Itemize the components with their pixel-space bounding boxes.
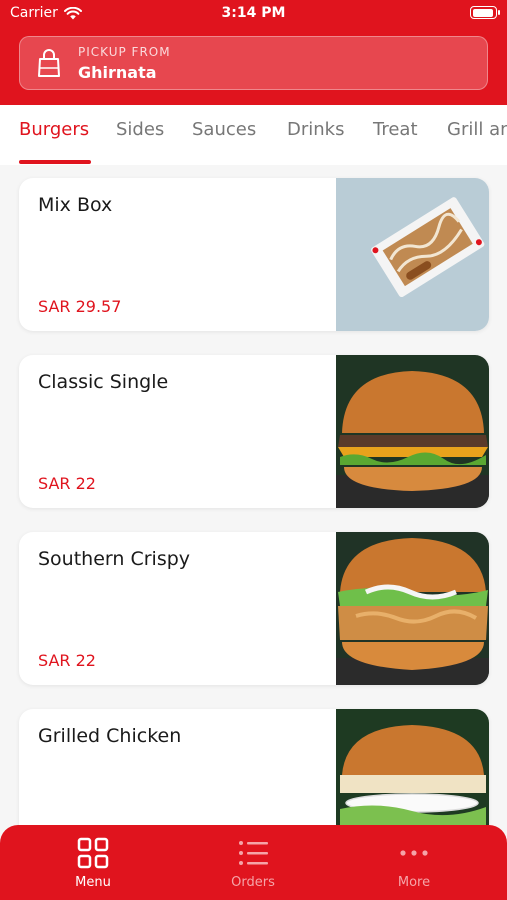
nav-label: More xyxy=(397,875,431,890)
pickup-location: Ghirnata xyxy=(78,62,157,82)
nav-orders[interactable]: Orders xyxy=(193,837,313,890)
tab-treat[interactable]: Treat xyxy=(373,119,418,140)
classic-single-image xyxy=(336,355,489,508)
shopping-bag-icon xyxy=(20,36,78,90)
menu-item-price: SAR 22 xyxy=(38,651,96,670)
menu-item-price: SAR 22 xyxy=(38,474,96,493)
bottom-nav: Menu Orders More xyxy=(0,825,507,900)
tab-drinks[interactable]: Drinks xyxy=(287,119,344,140)
more-dots-icon xyxy=(400,850,428,856)
status-bar: Carrier 3:14 PM xyxy=(0,0,507,28)
nav-menu[interactable]: Menu xyxy=(33,837,153,890)
battery-icon xyxy=(470,6,500,19)
menu-item-name: Mix Box xyxy=(38,194,113,216)
grid-icon xyxy=(77,837,109,869)
category-tabs: Burgers Sides Sauces Drinks Treat Grill … xyxy=(0,105,507,165)
menu-item-card[interactable]: Mix Box SAR 29.57 xyxy=(19,178,489,331)
nav-label: Menu xyxy=(75,875,111,890)
pickup-label: PICKUP FROM xyxy=(78,44,171,59)
southern-crispy-image xyxy=(336,532,489,685)
menu-item-name: Southern Crispy xyxy=(38,548,191,570)
status-time: 3:14 PM xyxy=(221,5,286,21)
pickup-location-selector[interactable]: PICKUP FROM Ghirnata xyxy=(19,36,488,90)
app-header: Carrier 3:14 PM PICKUP FROM Ghirnata xyxy=(0,0,507,105)
nav-more[interactable]: More xyxy=(354,837,474,890)
tab-sides[interactable]: Sides xyxy=(116,119,164,140)
mix-box-image xyxy=(336,178,489,331)
menu-item-card[interactable]: Classic Single SAR 22 xyxy=(19,355,489,508)
menu-item-name: Classic Single xyxy=(38,371,169,393)
tab-burgers[interactable]: Burgers xyxy=(19,119,89,140)
active-tab-indicator xyxy=(19,160,91,164)
menu-item-name: Grilled Chicken xyxy=(38,725,182,747)
menu-item-price: SAR 29.57 xyxy=(38,297,122,316)
tab-grill[interactable]: Grill and xyxy=(447,119,507,140)
menu-item-card[interactable]: Southern Crispy SAR 22 xyxy=(19,532,489,685)
list-icon xyxy=(239,841,268,865)
nav-label: Orders xyxy=(231,875,275,890)
tab-sauces[interactable]: Sauces xyxy=(192,119,256,140)
